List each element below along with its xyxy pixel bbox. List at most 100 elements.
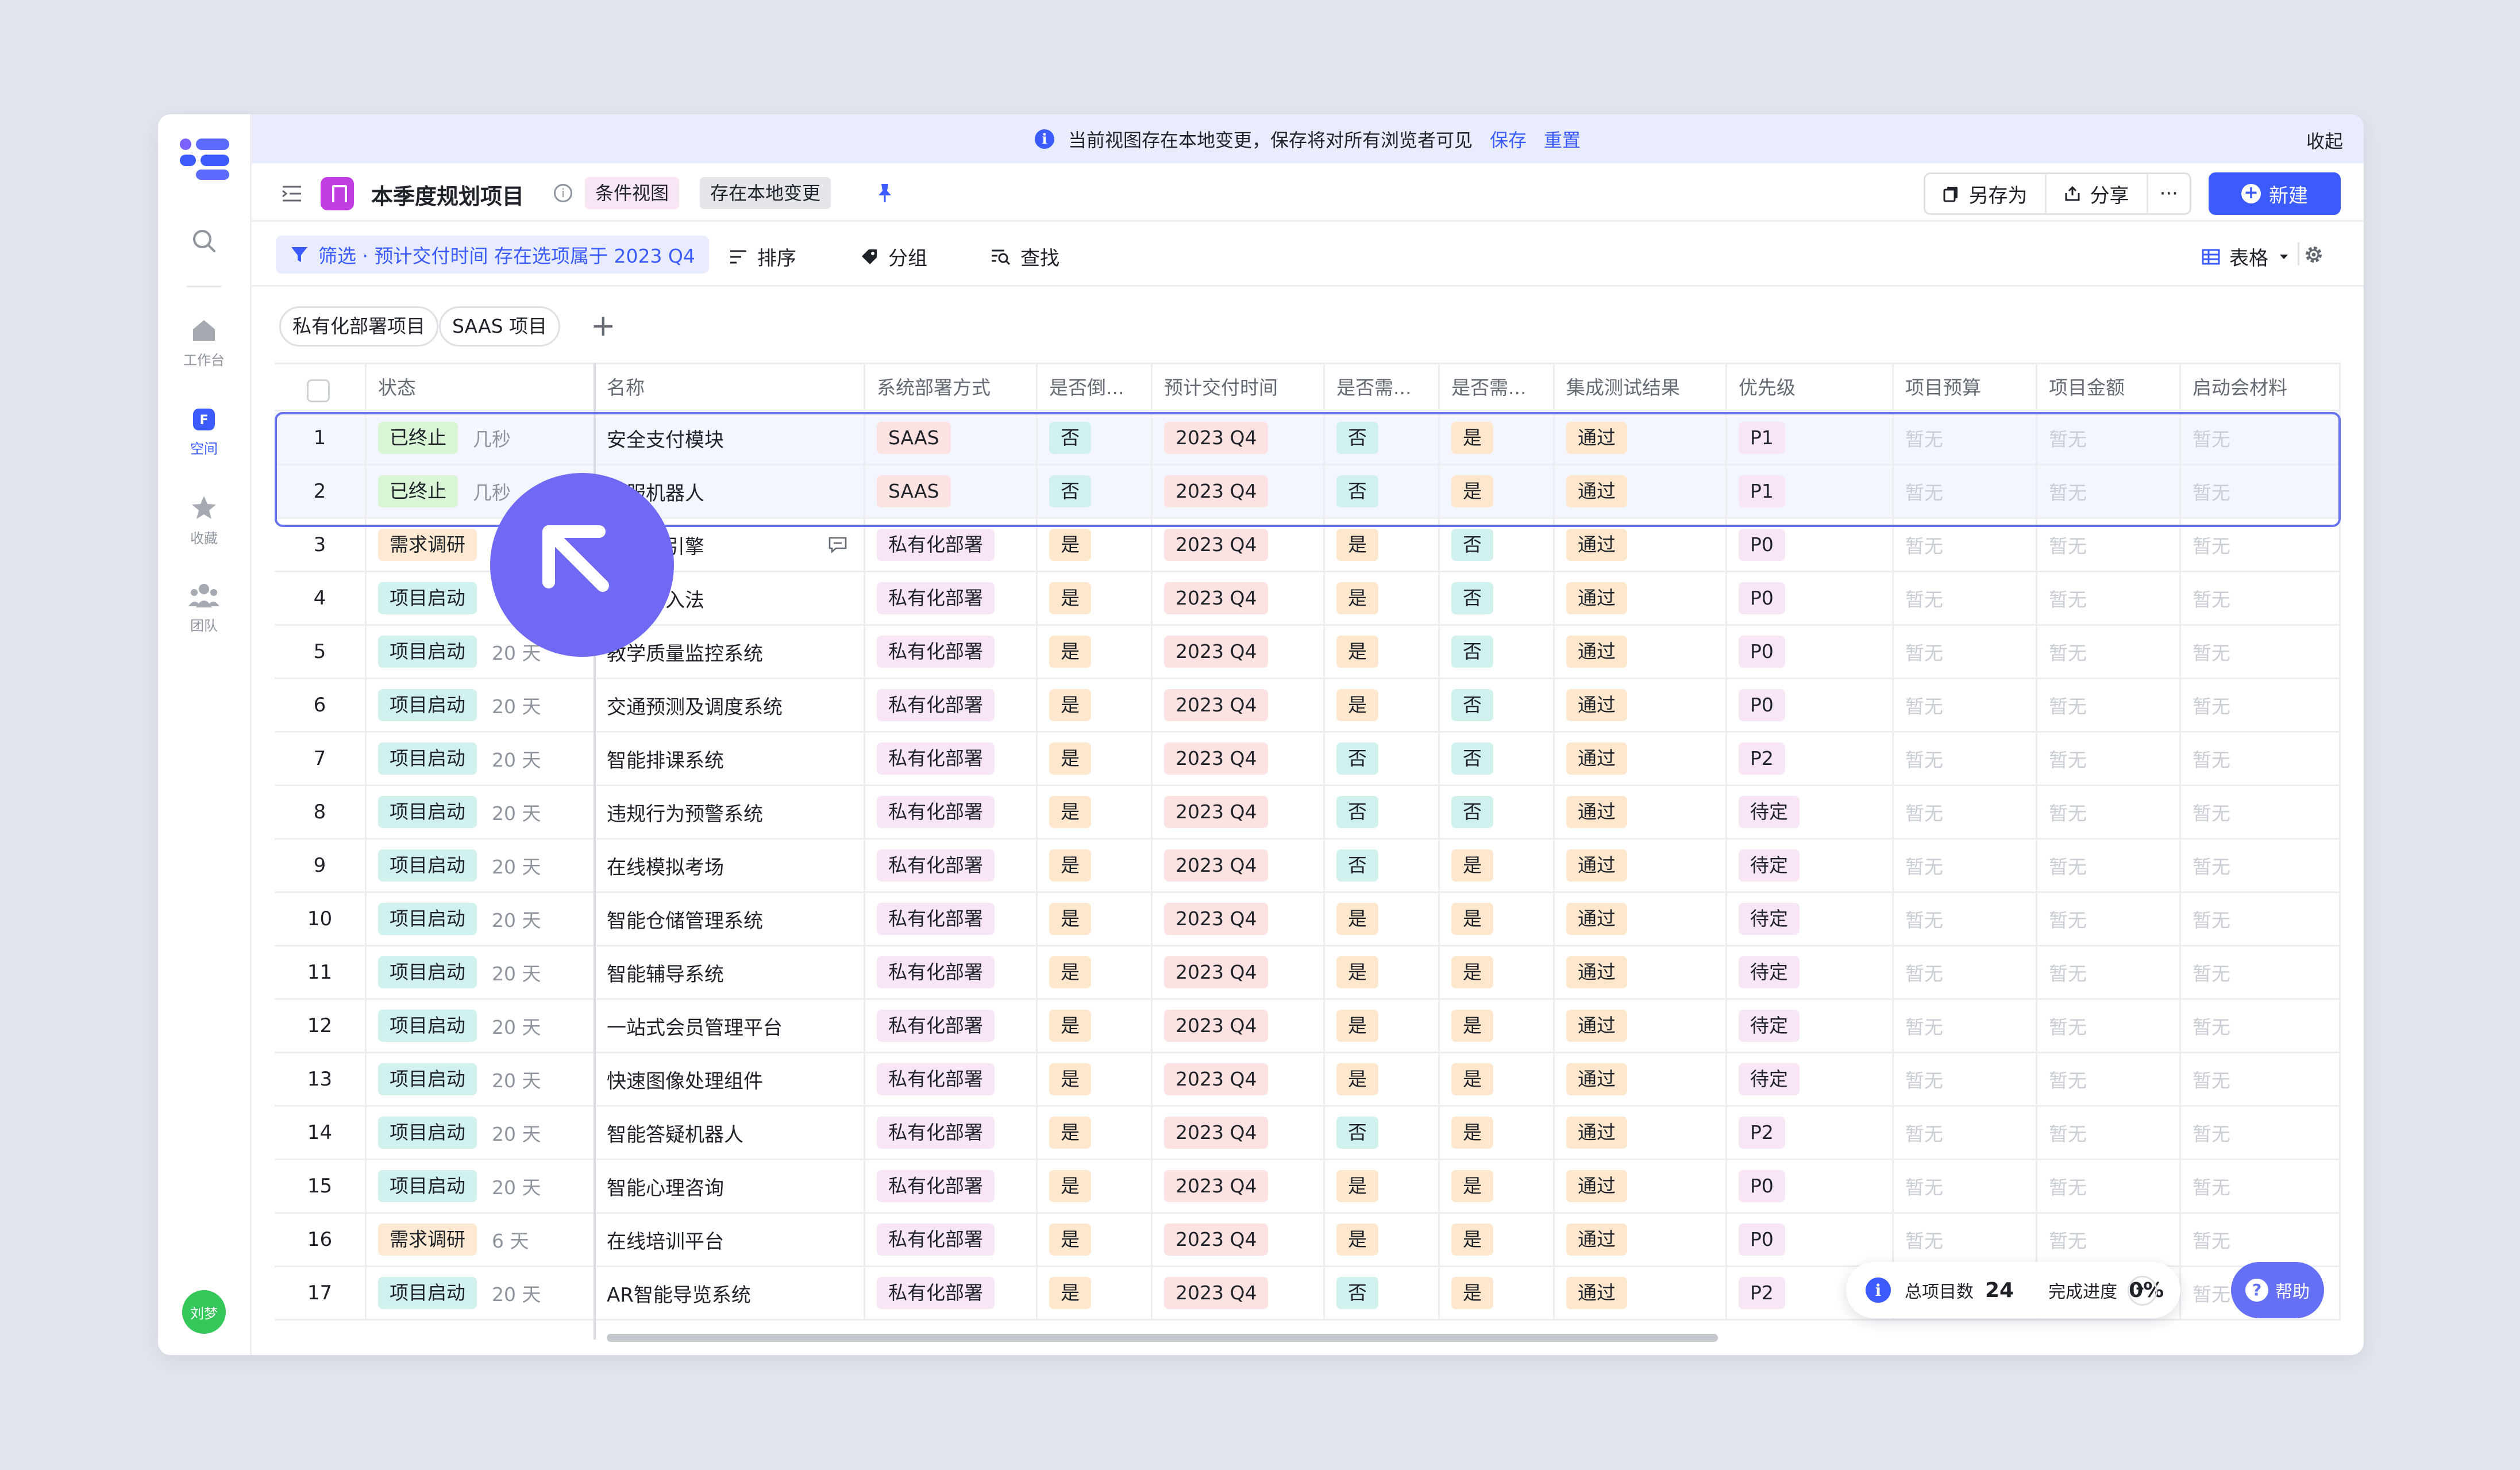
status-cell[interactable]: 需求调研 6 天 (367, 1214, 595, 1265)
kickoff-cell[interactable]: 暂无 (2181, 679, 2341, 731)
c4-cell[interactable]: 是 (1038, 1160, 1153, 1212)
c6-cell[interactable]: 是 (1325, 946, 1440, 998)
kickoff-cell[interactable]: 暂无 (2181, 465, 2341, 517)
c7-cell[interactable]: 否 (1440, 786, 1555, 838)
deploy-cell[interactable]: 私有化部署 (865, 626, 1038, 678)
delivery-cell[interactable]: 2023 Q4 (1153, 412, 1325, 464)
deploy-cell[interactable]: SAAS (865, 465, 1038, 517)
delivery-cell[interactable]: 2023 Q4 (1153, 840, 1325, 891)
priority-cell[interactable]: 待定 (1727, 1053, 1894, 1105)
priority-cell[interactable]: P1 (1727, 412, 1894, 464)
deploy-cell[interactable]: 私有化部署 (865, 840, 1038, 891)
rail-item-workbench[interactable]: 工作台 (158, 315, 250, 369)
column-header-c4[interactable]: 是否倒... (1038, 364, 1153, 411)
c6-cell[interactable]: 是 (1325, 572, 1440, 624)
kickoff-cell[interactable]: 暂无 (2181, 412, 2341, 464)
table-row[interactable]: 12 项目启动 20 天 一站式会员管理平台 私有化部署 是 2023 Q4 是 是 通过 待定 暂无… (275, 1000, 2341, 1053)
group-button[interactable]: 分组 (860, 243, 927, 271)
deploy-cell[interactable]: 私有化部署 (865, 946, 1038, 998)
view-type-select[interactable]: 表格 (2202, 243, 2289, 271)
budget-cell[interactable]: 暂无 (1894, 465, 2037, 517)
c7-cell[interactable]: 否 (1440, 679, 1555, 731)
rail-item-team[interactable]: 团队 (158, 581, 250, 634)
test-cell[interactable]: 通过 (1555, 572, 1727, 624)
kickoff-cell[interactable]: 暂无 (2181, 626, 2341, 678)
amount-cell[interactable]: 暂无 (2037, 786, 2181, 838)
row-number[interactable]: 5 (275, 626, 367, 678)
delivery-cell[interactable]: 2023 Q4 (1153, 679, 1325, 731)
delivery-cell[interactable]: 2023 Q4 (1153, 733, 1325, 784)
c6-cell[interactable]: 否 (1325, 412, 1440, 464)
test-cell[interactable]: 通过 (1555, 1267, 1727, 1319)
column-header-kickoff[interactable]: 启动会材料 (2181, 364, 2341, 411)
priority-cell[interactable]: P0 (1727, 679, 1894, 731)
budget-cell[interactable]: 暂无 (1894, 572, 2037, 624)
collapse-button[interactable]: 收起 (2306, 127, 2343, 153)
rail-item-space[interactable]: F 空间 (158, 406, 250, 457)
delivery-cell[interactable]: 2023 Q4 (1153, 572, 1325, 624)
amount-cell[interactable]: 暂无 (2037, 572, 2181, 624)
c6-cell[interactable]: 是 (1325, 519, 1440, 571)
delivery-cell[interactable]: 2023 Q4 (1153, 626, 1325, 678)
table-row[interactable]: 14 项目启动 20 天 智能答疑机器人 私有化部署 是 2023 Q4 否 是 通过 P2 暂无 暂无… (275, 1107, 2341, 1160)
c7-cell[interactable]: 是 (1440, 1214, 1555, 1265)
column-header-name[interactable]: 名称 (595, 364, 865, 411)
priority-cell[interactable]: 待定 (1727, 786, 1894, 838)
name-cell[interactable]: 智能辅导系统 (595, 946, 865, 998)
column-header-amount[interactable]: 项目金额 (2037, 364, 2181, 411)
c6-cell[interactable]: 是 (1325, 1160, 1440, 1212)
status-cell[interactable]: 项目启动 20 天 (367, 733, 595, 784)
row-number[interactable]: 12 (275, 1000, 367, 1052)
test-cell[interactable]: 通过 (1555, 840, 1727, 891)
row-number[interactable]: 7 (275, 733, 367, 784)
priority-cell[interactable]: 待定 (1727, 893, 1894, 945)
c7-cell[interactable]: 否 (1440, 626, 1555, 678)
status-cell[interactable]: 项目启动 20 天 (367, 1267, 595, 1319)
sort-button[interactable]: 排序 (729, 243, 796, 271)
row-number[interactable]: 13 (275, 1053, 367, 1105)
delivery-cell[interactable]: 2023 Q4 (1153, 946, 1325, 998)
info-circle-icon[interactable]: i (554, 184, 572, 202)
kickoff-cell[interactable]: 暂无 (2181, 786, 2341, 838)
c4-cell[interactable]: 是 (1038, 1267, 1153, 1319)
c7-cell[interactable]: 是 (1440, 465, 1555, 517)
c4-cell[interactable]: 是 (1038, 572, 1153, 624)
priority-cell[interactable]: P0 (1727, 626, 1894, 678)
delivery-cell[interactable]: 2023 Q4 (1153, 465, 1325, 517)
kickoff-cell[interactable]: 暂无 (2181, 840, 2341, 891)
table-row[interactable]: 8 项目启动 20 天 违规行为预警系统 私有化部署 是 2023 Q4 否 否 通过 待定 暂无 暂无… (275, 786, 2341, 840)
amount-cell[interactable]: 暂无 (2037, 893, 2181, 945)
avatar[interactable]: 刘梦 (182, 1290, 226, 1334)
delivery-cell[interactable]: 2023 Q4 (1153, 1053, 1325, 1105)
delivery-cell[interactable]: 2023 Q4 (1153, 1107, 1325, 1159)
c4-cell[interactable]: 否 (1038, 412, 1153, 464)
test-cell[interactable]: 通过 (1555, 519, 1727, 571)
row-number[interactable]: 9 (275, 840, 367, 891)
view-tab-saas[interactable]: SAAS 项目 (439, 306, 561, 347)
name-cell[interactable]: 智能排课系统 (595, 733, 865, 784)
c4-cell[interactable]: 是 (1038, 786, 1153, 838)
deploy-cell[interactable]: SAAS (865, 412, 1038, 464)
kickoff-cell[interactable]: 暂无 (2181, 1160, 2341, 1212)
c6-cell[interactable]: 否 (1325, 786, 1440, 838)
filter-button[interactable]: 筛选 · 预计交付时间 存在选项属于 2023 Q4 (276, 236, 709, 274)
c4-cell[interactable]: 是 (1038, 840, 1153, 891)
budget-cell[interactable]: 暂无 (1894, 626, 2037, 678)
c6-cell[interactable]: 否 (1325, 1107, 1440, 1159)
budget-cell[interactable]: 暂无 (1894, 893, 2037, 945)
deploy-cell[interactable]: 私有化部署 (865, 1107, 1038, 1159)
budget-cell[interactable]: 暂无 (1894, 1000, 2037, 1052)
budget-cell[interactable]: 暂无 (1894, 733, 2037, 784)
c6-cell[interactable]: 是 (1325, 893, 1440, 945)
kickoff-cell[interactable]: 暂无 (2181, 893, 2341, 945)
budget-cell[interactable]: 暂无 (1894, 1053, 2037, 1105)
amount-cell[interactable]: 暂无 (2037, 1107, 2181, 1159)
table-row[interactable]: 9 项目启动 20 天 在线模拟考场 私有化部署 是 2023 Q4 否 是 通过 待定 暂无 暂无 暂无 (275, 840, 2341, 893)
comment-icon[interactable] (828, 536, 847, 553)
search-icon[interactable] (158, 227, 250, 259)
status-cell[interactable]: 项目启动 20 天 (367, 1160, 595, 1212)
column-header-c6[interactable]: 是否需... (1325, 364, 1440, 411)
status-cell[interactable]: 项目启动 20 天 (367, 786, 595, 838)
c7-cell[interactable]: 是 (1440, 840, 1555, 891)
test-cell[interactable]: 通过 (1555, 1000, 1727, 1052)
